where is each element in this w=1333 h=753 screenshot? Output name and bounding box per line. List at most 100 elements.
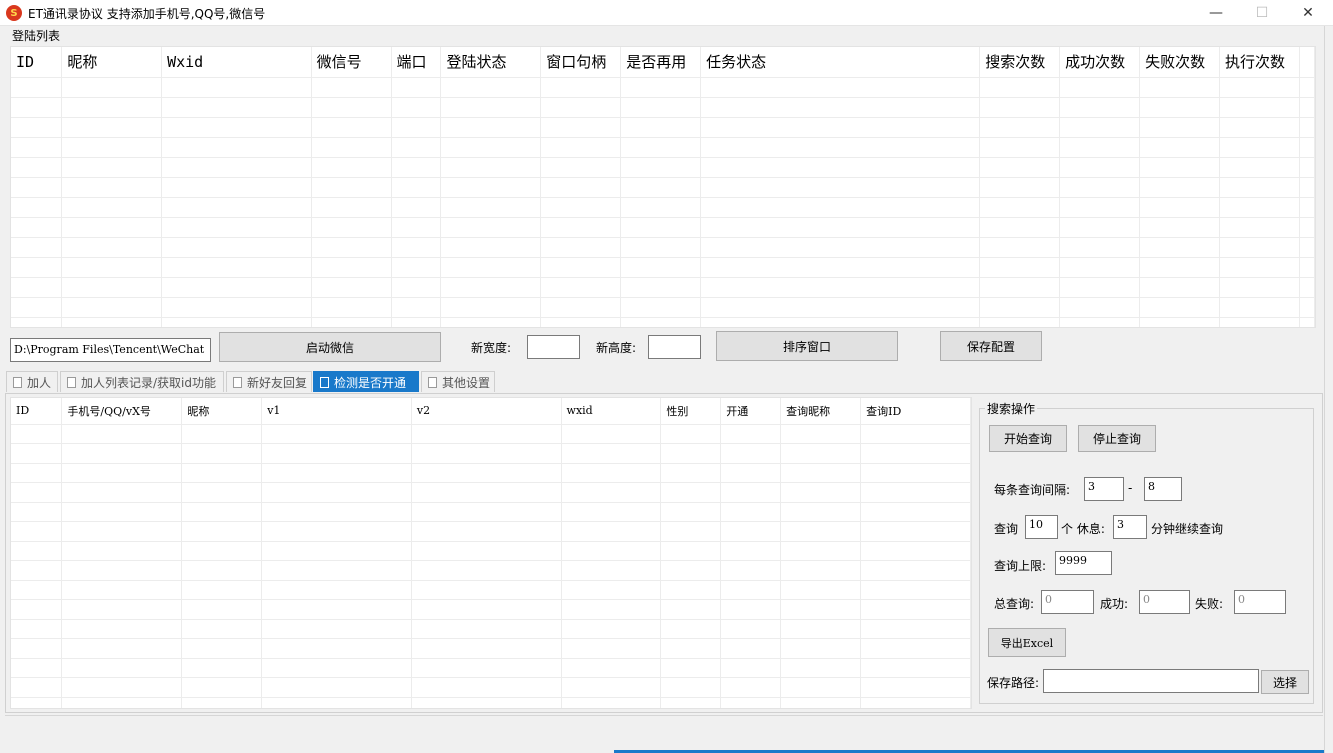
rest-minutes-input[interactable]: 3 (1113, 515, 1147, 539)
table-row[interactable] (11, 297, 1315, 318)
table-row[interactable] (11, 77, 1315, 98)
column-header[interactable]: 微信号 (311, 47, 392, 78)
table-row[interactable] (11, 97, 1315, 118)
table-row[interactable] (11, 599, 971, 620)
column-header[interactable]: 是否再用 (620, 47, 702, 78)
column-header[interactable]: 查询昵称 (780, 398, 862, 425)
table-cell (540, 97, 622, 118)
table-row[interactable] (11, 424, 971, 444)
login-list-grid[interactable]: ID 昵称 Wxid 微信号 端口 登陆状态 窗口句柄 是否再用 任务状态 搜索次数 成功次数 失败次… (10, 46, 1316, 328)
table-cell (979, 257, 1061, 278)
column-header[interactable]: 昵称 (181, 398, 263, 425)
query-limit-input[interactable]: 9999 (1055, 551, 1112, 575)
table-row[interactable] (11, 217, 1315, 238)
export-excel-button[interactable]: 导出Excel (988, 628, 1066, 657)
table-cell (720, 658, 782, 678)
login-list-scrollbar[interactable] (1316, 47, 1322, 327)
query-count-input[interactable]: 10 (1025, 515, 1058, 539)
column-header[interactable]: v1 (261, 398, 412, 425)
table-cell (261, 580, 412, 600)
column-header[interactable]: 窗口句柄 (540, 47, 622, 78)
table-cell (1139, 157, 1221, 178)
arrange-windows-button[interactable]: 排序窗口 (716, 331, 898, 361)
column-header[interactable]: wxid (561, 398, 662, 425)
table-row[interactable] (11, 638, 971, 659)
column-header[interactable]: ID (11, 47, 63, 78)
table-cell (161, 177, 312, 198)
column-header[interactable]: 搜索次数 (979, 47, 1061, 78)
table-row[interactable] (11, 177, 1315, 198)
column-header[interactable]: 端口 (391, 47, 442, 78)
table-row[interactable] (11, 482, 971, 503)
table-cell (261, 463, 412, 483)
table-row[interactable] (11, 697, 971, 708)
save-config-button[interactable]: 保存配置 (940, 331, 1042, 361)
interval-min-input[interactable]: 3 (1084, 477, 1124, 501)
table-row[interactable] (11, 502, 971, 522)
table-row[interactable] (11, 117, 1315, 138)
table-row[interactable] (11, 619, 971, 639)
table-cell (860, 463, 971, 483)
table-cell (780, 521, 862, 542)
launch-wechat-button[interactable]: 启动微信 (219, 332, 441, 362)
interval-max-input[interactable]: 8 (1144, 477, 1182, 501)
close-button[interactable]: ✕ (1285, 0, 1331, 26)
tab-add-records[interactable]: 加人列表记录/获取id功能 (60, 371, 224, 392)
table-cell (1059, 137, 1141, 158)
table-row[interactable] (11, 677, 971, 698)
table-row[interactable] (11, 521, 971, 542)
document-icon (13, 376, 22, 388)
login-list-table: ID 昵称 Wxid 微信号 端口 登陆状态 窗口句柄 是否再用 任务状态 搜索次数 成功次数 失败次… (11, 47, 1315, 327)
start-query-button[interactable]: 开始查询 (989, 425, 1067, 452)
wechat-path-input[interactable]: D:\Program Files\Tencent\WeChat (10, 338, 211, 362)
minimize-button[interactable]: — (1193, 0, 1239, 26)
table-row[interactable] (11, 277, 1315, 298)
table-row[interactable] (11, 197, 1315, 218)
table-cell (11, 117, 63, 138)
table-row[interactable] (11, 560, 971, 581)
column-header[interactable]: 成功次数 (1059, 47, 1141, 78)
table-row[interactable] (11, 317, 1315, 327)
save-path-input[interactable] (1043, 669, 1259, 693)
column-header[interactable]: Wxid (161, 47, 312, 78)
table-row[interactable] (11, 658, 971, 678)
table-cell (1299, 157, 1315, 178)
table-cell (660, 638, 722, 659)
table-row[interactable] (11, 137, 1315, 158)
table-cell (261, 677, 412, 698)
tab-add-friend[interactable]: 加人 (6, 371, 58, 392)
maximize-button[interactable]: ☐ (1239, 0, 1285, 26)
column-header[interactable]: 性别 (660, 398, 722, 425)
table-row[interactable] (11, 541, 971, 561)
table-cell (181, 638, 263, 659)
column-header[interactable]: 开通 (720, 398, 782, 425)
table-cell (261, 599, 412, 620)
table-row[interactable] (11, 580, 971, 600)
column-header[interactable]: 任务状态 (700, 47, 981, 78)
table-row[interactable] (11, 237, 1315, 258)
table-row[interactable] (11, 257, 1315, 278)
table-cell (660, 658, 722, 678)
new-height-input[interactable] (648, 335, 701, 359)
stop-query-button[interactable]: 停止查询 (1078, 425, 1156, 452)
column-header[interactable]: v2 (411, 398, 562, 425)
column-header[interactable]: 登陆状态 (440, 47, 542, 78)
table-cell (660, 677, 722, 698)
table-row[interactable] (11, 443, 971, 464)
new-width-input[interactable] (527, 335, 580, 359)
column-header[interactable]: ID (11, 398, 63, 425)
table-row[interactable] (11, 157, 1315, 178)
column-header[interactable]: 失败次数 (1139, 47, 1221, 78)
tab-check-activation[interactable]: 检测是否开通 (313, 371, 419, 392)
table-cell (860, 697, 971, 708)
column-header[interactable]: 查询ID (860, 398, 971, 425)
column-header[interactable]: 手机号/QQ/vX号 (61, 398, 183, 425)
table-cell (620, 117, 702, 138)
column-header[interactable]: 昵称 (61, 47, 163, 78)
column-header[interactable]: 执行次数 (1219, 47, 1300, 78)
table-row[interactable] (11, 463, 971, 483)
tab-new-friend-reply[interactable]: 新好友回复 (226, 371, 312, 392)
tab-other-settings[interactable]: 其他设置 (421, 371, 495, 392)
choose-path-button[interactable]: 选择 (1261, 670, 1309, 694)
check-results-grid[interactable]: ID 手机号/QQ/vX号 昵称 v1 v2 wxid 性别 开通 查询昵称 查询ID (10, 397, 972, 709)
